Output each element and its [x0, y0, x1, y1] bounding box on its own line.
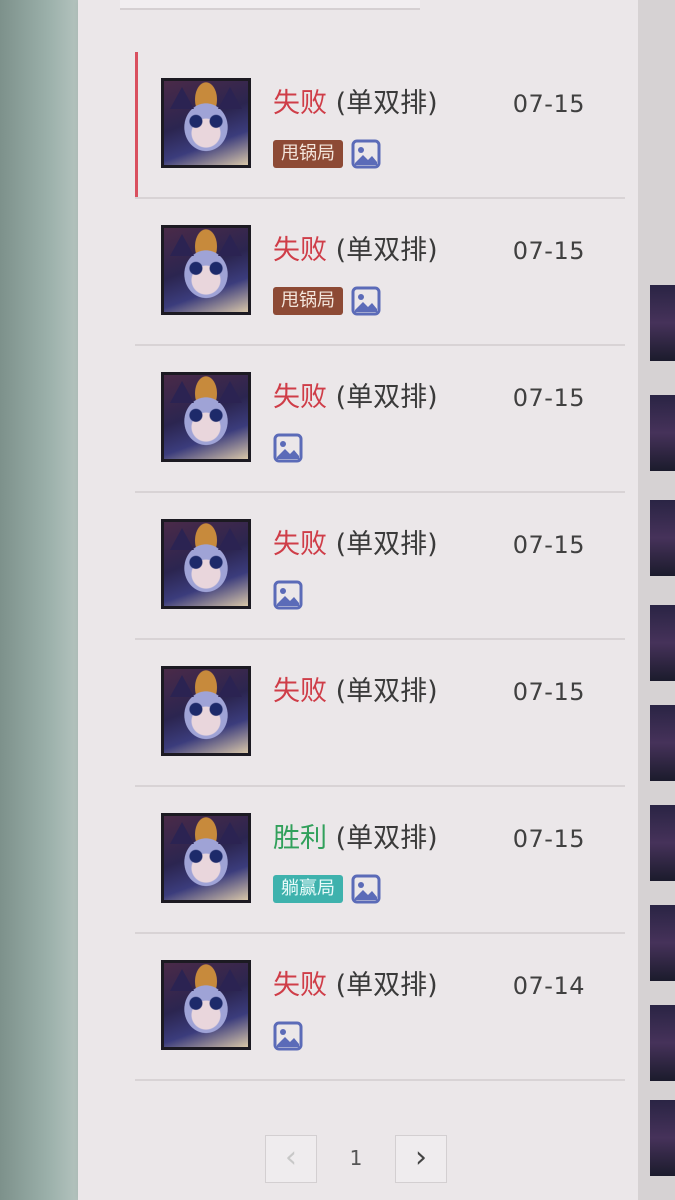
match-date: 07-15 [512, 90, 585, 118]
match-tags: 甩锅局 [273, 285, 381, 317]
image-icon[interactable] [351, 286, 381, 316]
match-outcome: 失败 [273, 970, 327, 1001]
image-icon[interactable] [273, 433, 303, 463]
panel-top-edge [120, 0, 420, 10]
match-outcome: 失败 [273, 529, 327, 560]
match-result: 失败 (单双排) [273, 382, 438, 414]
match-badge: 甩锅局 [273, 140, 343, 168]
match-date: 07-15 [512, 825, 585, 853]
right-thumbnail[interactable] [650, 1005, 675, 1081]
chevron-right-icon[interactable]: › [395, 1135, 447, 1183]
right-thumbnail[interactable] [650, 705, 675, 781]
match-tags [273, 432, 303, 464]
match-outcome: 胜利 [273, 823, 327, 854]
match-list: 失败 (单双排) 07-15 甩锅局 失败 (单双排) 07-15 甩锅局 失败 (单双排)… [135, 52, 625, 1081]
champion-avatar [161, 960, 251, 1050]
champion-avatar [161, 372, 251, 462]
pagination: ‹ 1 › [265, 1135, 475, 1185]
match-queue-type: (单双排) [335, 235, 438, 266]
image-icon[interactable] [351, 139, 381, 169]
right-thumbnail[interactable] [650, 285, 675, 361]
champion-avatar [161, 225, 251, 315]
match-queue-type: (单双排) [335, 823, 438, 854]
match-outcome: 失败 [273, 382, 327, 413]
match-result: 失败 (单双排) [273, 529, 438, 561]
match-row[interactable]: 失败 (单双排) 07-14 [135, 934, 625, 1081]
champion-avatar [161, 666, 251, 756]
match-date: 07-14 [512, 972, 585, 1000]
match-badge: 甩锅局 [273, 287, 343, 315]
match-date: 07-15 [512, 384, 585, 412]
match-tags [273, 1020, 303, 1052]
right-thumbnail[interactable] [650, 1100, 675, 1176]
match-queue-type: (单双排) [335, 529, 438, 560]
match-row[interactable]: 失败 (单双排) 07-15 甩锅局 [135, 199, 625, 346]
match-queue-type: (单双排) [335, 88, 438, 119]
match-result: 胜利 (单双排) [273, 823, 438, 855]
champion-avatar [161, 78, 251, 168]
right-thumbnail[interactable] [650, 500, 675, 576]
background-bezel [0, 0, 80, 1200]
match-tags: 躺赢局 [273, 873, 381, 905]
right-thumbnail[interactable] [650, 805, 675, 881]
champion-avatar [161, 813, 251, 903]
page-number[interactable]: 1 [330, 1135, 382, 1183]
right-thumbnail[interactable] [650, 605, 675, 681]
champion-avatar [161, 519, 251, 609]
match-tags: 甩锅局 [273, 138, 381, 170]
match-date: 07-15 [512, 237, 585, 265]
match-badge: 躺赢局 [273, 875, 343, 903]
match-tags [273, 579, 303, 611]
image-icon[interactable] [273, 1021, 303, 1051]
match-row[interactable]: 失败 (单双排) 07-15 甩锅局 [135, 52, 625, 199]
match-queue-type: (单双排) [335, 970, 438, 1001]
match-result: 失败 (单双排) [273, 88, 438, 120]
match-row[interactable]: 失败 (单双排) 07-15 [135, 346, 625, 493]
match-row[interactable]: 胜利 (单双排) 07-15 躺赢局 [135, 787, 625, 934]
match-date: 07-15 [512, 531, 585, 559]
match-result: 失败 (单双排) [273, 676, 438, 708]
match-outcome: 失败 [273, 235, 327, 266]
match-queue-type: (单双排) [335, 676, 438, 707]
match-date: 07-15 [512, 678, 585, 706]
match-row[interactable]: 失败 (单双排) 07-15 [135, 640, 625, 787]
match-result: 失败 (单双排) [273, 970, 438, 1002]
right-thumbnail[interactable] [650, 905, 675, 981]
image-icon[interactable] [273, 580, 303, 610]
chevron-left-icon[interactable]: ‹ [265, 1135, 317, 1183]
image-icon[interactable] [351, 874, 381, 904]
right-thumbnail[interactable] [650, 395, 675, 471]
match-outcome: 失败 [273, 676, 327, 707]
match-queue-type: (单双排) [335, 382, 438, 413]
match-outcome: 失败 [273, 88, 327, 119]
match-row[interactable]: 失败 (单双排) 07-15 [135, 493, 625, 640]
match-result: 失败 (单双排) [273, 235, 438, 267]
